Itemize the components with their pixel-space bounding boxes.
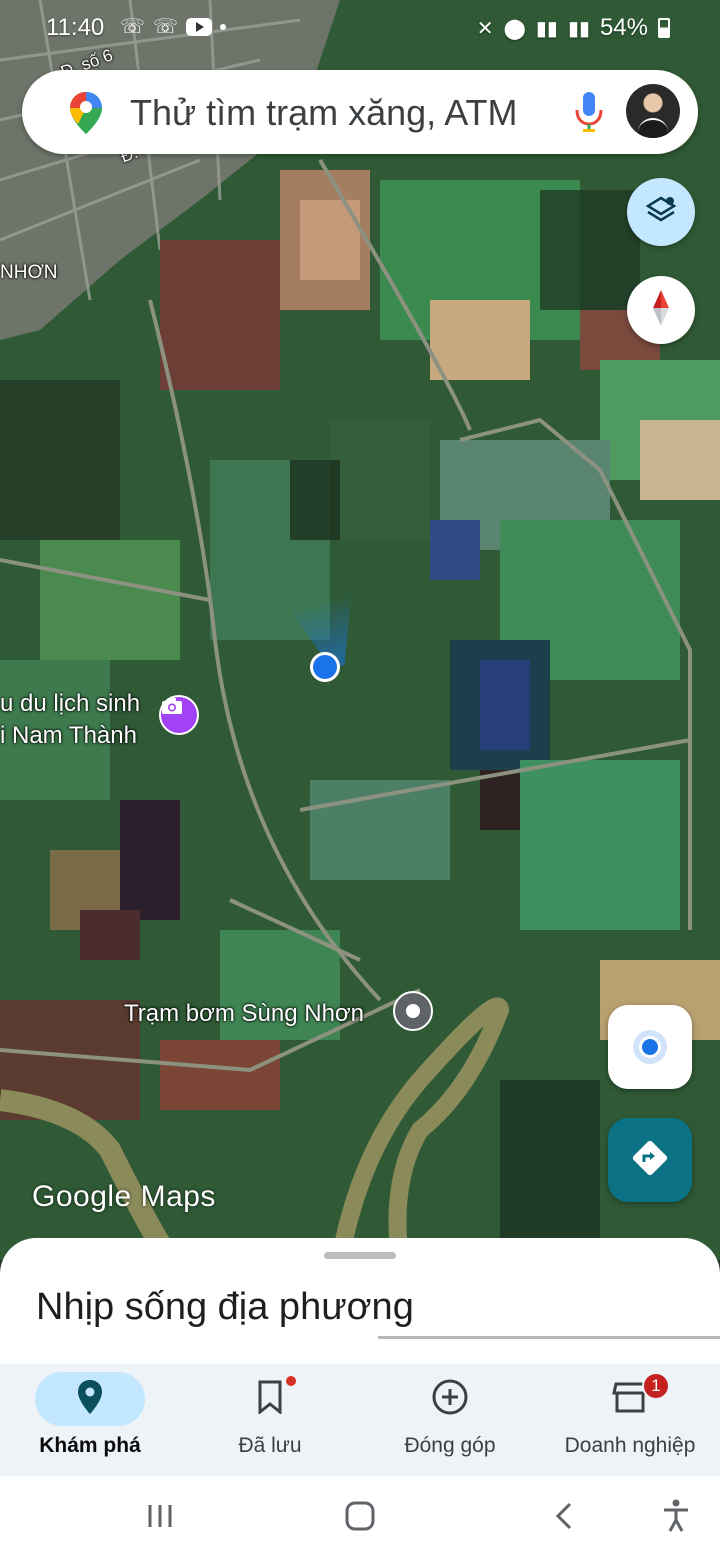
add-circle-icon <box>431 1378 469 1421</box>
business-badge: 1 <box>642 1372 670 1400</box>
map-label-tourism-line2[interactable]: i Nam Thành <box>0 722 137 750</box>
map-label-tourism-line1[interactable]: u du lịch sinh <box>0 690 140 718</box>
accessibility-icon <box>662 1499 690 1538</box>
back-button[interactable] <box>544 1500 584 1536</box>
microphone-icon[interactable] <box>574 90 604 139</box>
call-icon: ☏ <box>153 16 179 38</box>
search-input[interactable]: Thử tìm trạm xăng, ATM <box>130 92 518 134</box>
signal-2-icon: ▮▮ <box>567 17 590 40</box>
my-location-icon <box>639 1036 661 1058</box>
google-maps-pin-icon <box>68 90 104 141</box>
location-pin-icon <box>77 1379 103 1420</box>
search-bar[interactable]: Thử tìm trạm xăng, ATM <box>22 70 698 154</box>
sheet-divider <box>378 1336 720 1339</box>
nav-saved-pill <box>215 1372 325 1426</box>
signal-icon: ▮▮ <box>535 17 558 40</box>
sheet-drag-handle[interactable] <box>324 1252 396 1259</box>
system-status: ✕ ⬤ ▮▮ ▮▮ 54% <box>477 14 670 42</box>
nav-explore[interactable]: Khám phá <box>0 1364 180 1476</box>
system-navigation-bar <box>0 1476 720 1560</box>
accessibility-button[interactable] <box>656 1499 696 1538</box>
layers-button[interactable] <box>627 178 695 246</box>
bottom-navigation: Khám phá Đã lưu Đóng góp 1 Doanh nghiệp <box>0 1364 720 1476</box>
sheet-title: Nhịp sống địa phương <box>36 1286 414 1328</box>
user-location-dot <box>310 652 340 682</box>
map-label-district: NHƠN <box>0 262 58 283</box>
nav-explore-pill <box>35 1372 145 1426</box>
bookmark-icon <box>257 1380 283 1419</box>
saved-notification-dot <box>286 1376 296 1386</box>
nav-contribute-pill <box>395 1372 505 1426</box>
nav-contribute-label: Đóng góp <box>404 1434 496 1457</box>
home-button[interactable] <box>340 1500 380 1536</box>
youtube-icon <box>186 17 213 36</box>
location-icon: ⬤ <box>503 17 526 40</box>
layers-icon <box>644 193 678 232</box>
camera-icon[interactable] <box>159 695 199 735</box>
directions-button[interactable] <box>608 1118 692 1202</box>
recent-apps-button[interactable] <box>140 1500 180 1536</box>
directions-icon <box>630 1138 670 1183</box>
mute-icon: ✕ <box>476 17 494 40</box>
google-maps-watermark: Google Maps <box>32 1180 216 1213</box>
nav-saved-label: Đã lưu <box>238 1434 302 1457</box>
bottom-sheet[interactable]: Nhịp sống địa phương <box>0 1238 720 1368</box>
battery-level: 54% <box>599 14 648 41</box>
compass-icon <box>648 288 674 333</box>
place-marker-icon[interactable] <box>393 991 433 1031</box>
compass-button[interactable] <box>627 276 695 344</box>
back-icon <box>554 1501 574 1536</box>
home-icon <box>345 1501 375 1536</box>
status-bar: 11:40 ☏ ☏ ✕ ⬤ ▮▮ ▮▮ 54% <box>0 0 720 58</box>
more-notifications-icon <box>220 23 227 30</box>
battery-icon <box>658 18 670 38</box>
my-location-button[interactable] <box>608 1005 692 1089</box>
missed-call-icon: ☏ <box>120 16 146 38</box>
status-time: 11:40 <box>46 14 105 41</box>
nav-explore-label: Khám phá <box>39 1434 141 1457</box>
avatar[interactable] <box>626 84 680 138</box>
map-label-pump-station[interactable]: Trạm bơm Sùng Nhơn <box>124 1000 364 1028</box>
nav-saved[interactable]: Đã lưu <box>180 1364 360 1476</box>
recent-apps-icon <box>146 1503 174 1534</box>
notification-icons: ☏ ☏ <box>120 14 227 39</box>
nav-business-label: Doanh nghiệp <box>564 1434 696 1457</box>
nav-contribute[interactable]: Đóng góp <box>360 1364 540 1476</box>
nav-business[interactable]: 1 Doanh nghiệp <box>540 1364 720 1476</box>
